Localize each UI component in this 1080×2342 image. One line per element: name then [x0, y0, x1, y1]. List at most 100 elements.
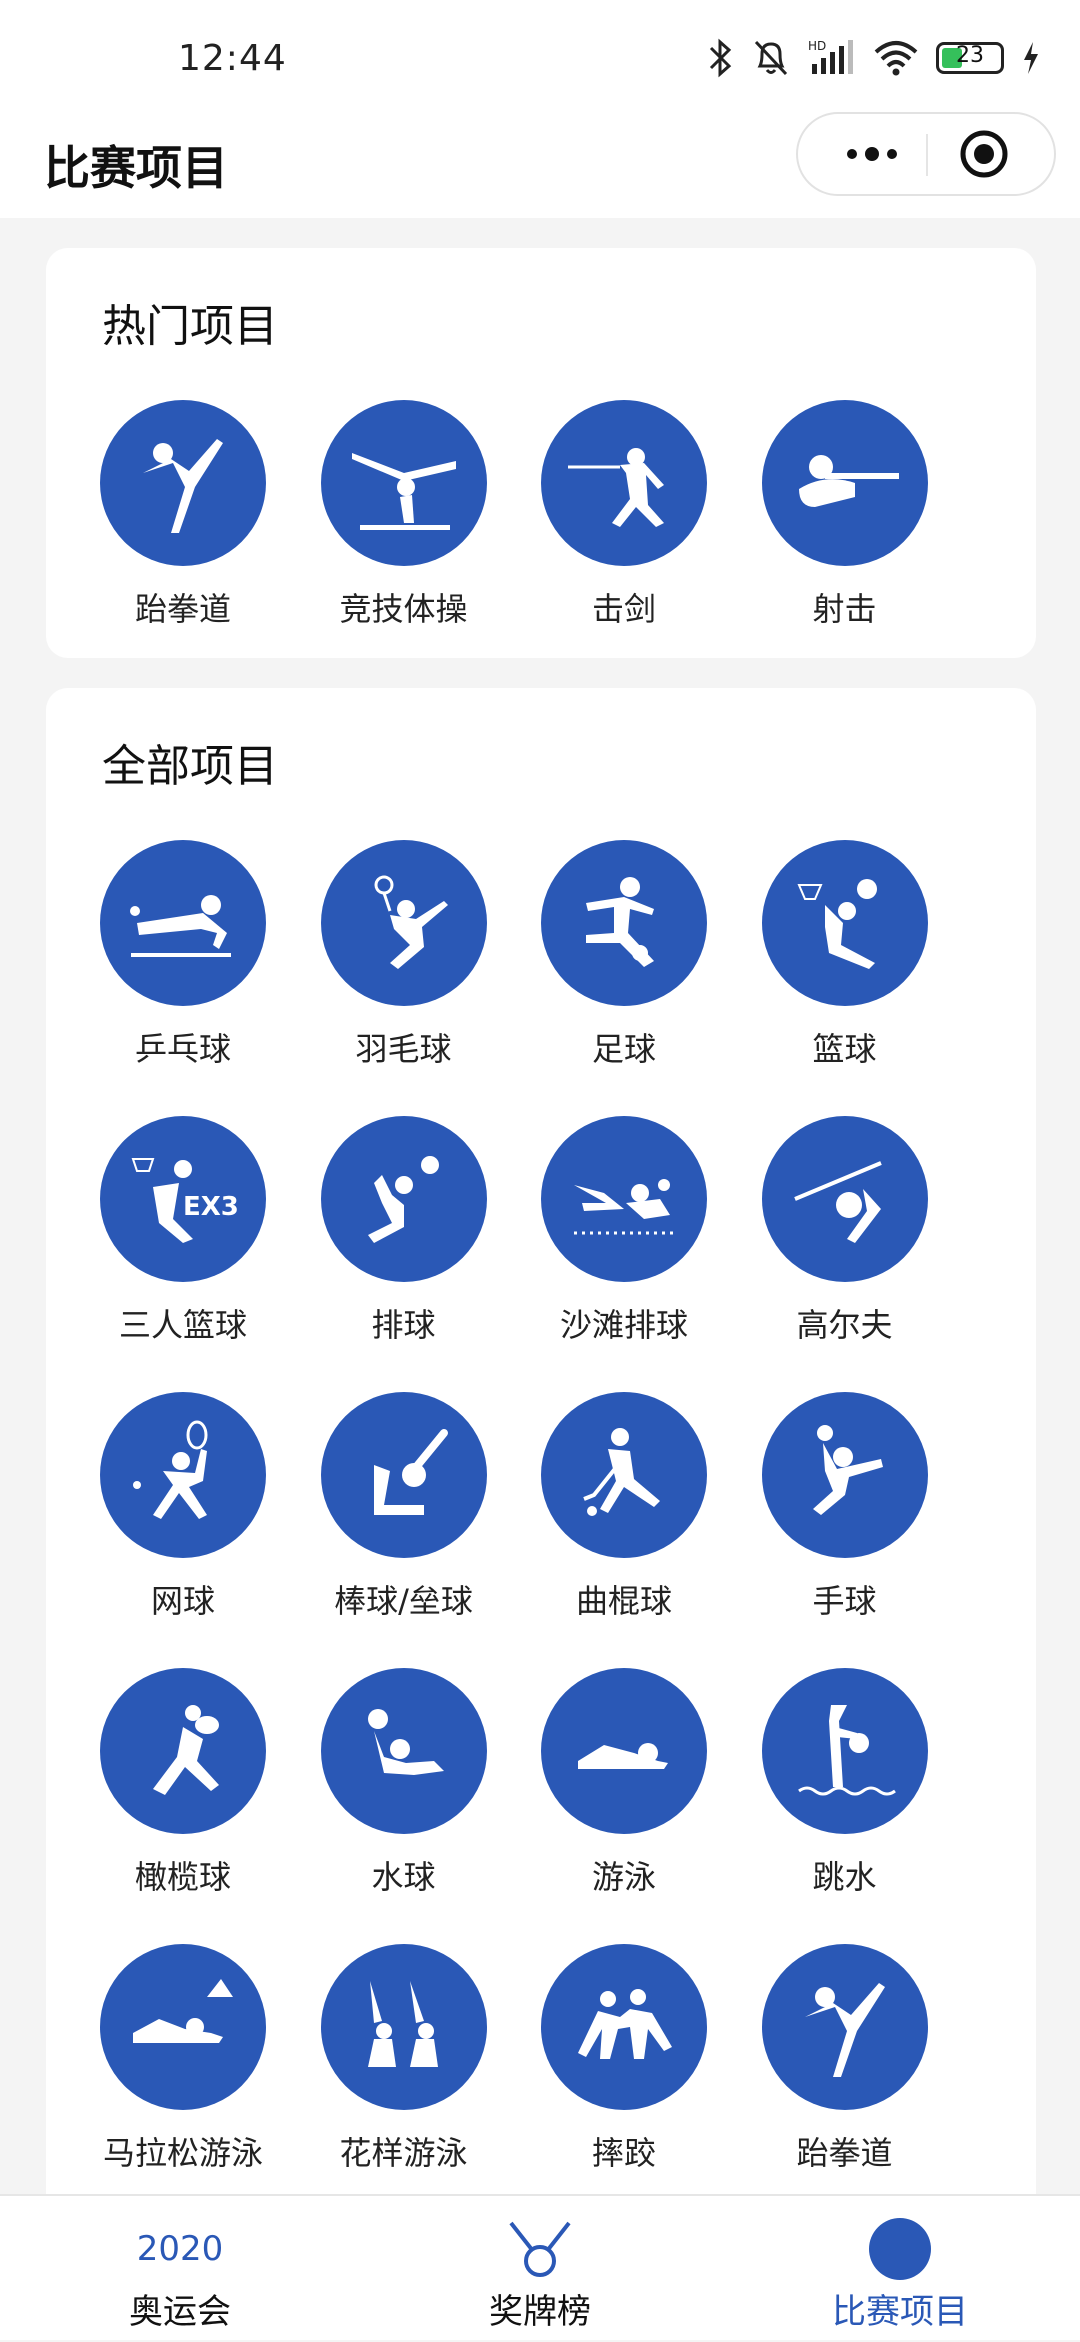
- sport-label: 手球: [812, 1582, 877, 1620]
- sport-item[interactable]: 跆拳道: [735, 1944, 955, 2174]
- sport-item[interactable]: 乒乓球: [73, 840, 293, 1070]
- sport-label: 跆拳道: [796, 2134, 893, 2172]
- sport-icon-circle: [100, 1668, 266, 1834]
- basketball-icon: [796, 879, 877, 969]
- medal-icon: [509, 2221, 571, 2277]
- sport-icon-circle: [761, 400, 928, 566]
- hd-signal-icon: HD: [808, 39, 853, 74]
- sport-item[interactable]: 跳水: [735, 1668, 955, 1898]
- football-icon: [586, 877, 654, 967]
- sport-icon-circle: [761, 840, 928, 1006]
- hot-events-card: 热门项目 跆拳道 竞技体操 击剑 射击: [46, 248, 1036, 658]
- sport-icon-circle: [100, 400, 266, 566]
- sport-label: 网球: [150, 1582, 215, 1620]
- all-events-title: 全部项目: [102, 741, 278, 792]
- sport-item[interactable]: 花样游泳: [294, 1944, 514, 2174]
- sport-item[interactable]: 篮球: [735, 840, 955, 1070]
- sport-label: 游泳: [591, 1858, 656, 1896]
- sport-label: 竞技体操: [339, 590, 468, 628]
- mute-bell-icon: [754, 40, 788, 76]
- sport-icon-circle: [320, 400, 487, 566]
- sport-icon-circle: [320, 840, 487, 1006]
- sport-item[interactable]: 手球: [735, 1392, 955, 1622]
- shooting-icon: [798, 455, 899, 507]
- sport-label: 足球: [591, 1030, 656, 1068]
- sport-label: 高尔夫: [796, 1306, 893, 1344]
- bluetooth-icon: [709, 38, 732, 78]
- sport-icon-circle: [541, 1116, 707, 1282]
- all-events-card: 全部项目 乒乓球 羽毛球 足球 篮球 EX3 三人篮球 排球 沙滩排球 高尔夫网球 棒球/垒球 曲棍…: [46, 688, 1036, 2248]
- sport-icon-circle: [100, 1392, 266, 1558]
- tab-label: 比赛项目: [832, 2292, 968, 2332]
- sport-item[interactable]: 曲棍球: [514, 1392, 734, 1622]
- sport-item[interactable]: EX3 三人篮球: [73, 1116, 293, 1346]
- sport-icon-circle: [541, 1944, 707, 2110]
- sport-item[interactable]: 棒球/垒球: [294, 1392, 514, 1622]
- status-time: 12:44: [178, 38, 287, 79]
- sport-icon-circle: [761, 1668, 928, 1834]
- sport-item[interactable]: 水球: [294, 1668, 514, 1898]
- sport-icon-circle: [541, 1668, 707, 1834]
- sport-item[interactable]: 网球: [73, 1392, 293, 1622]
- battery-icon: 23: [936, 42, 1004, 74]
- charging-icon: [1024, 42, 1038, 74]
- water-polo-icon: [367, 1709, 444, 1775]
- sport-label: 棒球/垒球: [334, 1582, 473, 1620]
- sport-label: 沙滩排球: [559, 1306, 688, 1344]
- tab-sports[interactable]: 比赛项目: [780, 2196, 1020, 2342]
- sport-item[interactable]: 橄榄球: [73, 1668, 293, 1898]
- olympics-2020-icon: 2020: [60, 2214, 300, 2284]
- sport-item[interactable]: 高尔夫: [735, 1116, 955, 1346]
- sport-label: 橄榄球: [134, 1858, 231, 1896]
- sport-icon-circle: [761, 1392, 928, 1558]
- sport-item[interactable]: 足球: [514, 840, 734, 1070]
- sport-icon-circle: [541, 400, 707, 566]
- sport-label: 击剑: [591, 590, 656, 628]
- sport-item[interactable]: 排球: [294, 1116, 514, 1346]
- taekwondo-icon: [804, 1983, 885, 2077]
- rugby-icon: [153, 1705, 219, 1795]
- sport-item[interactable]: 击剑: [514, 400, 734, 630]
- sport-item[interactable]: 沙滩排球: [514, 1116, 734, 1346]
- svg-text:EX3: EX3: [183, 1192, 239, 1222]
- sport-icon-circle: [761, 1944, 928, 2110]
- sport-label: 马拉松游泳: [102, 2134, 263, 2172]
- wifi-icon: [874, 41, 918, 76]
- sport-icon-circle: [320, 1392, 487, 1558]
- sport-item[interactable]: 竞技体操: [294, 400, 514, 630]
- capsule-divider: [926, 134, 928, 176]
- badminton-icon: [374, 875, 448, 969]
- table-tennis-icon: [130, 895, 231, 957]
- sport-label: 曲棍球: [575, 1582, 672, 1620]
- page-title: 比赛项目: [44, 141, 228, 195]
- sport-item[interactable]: 游泳: [514, 1668, 734, 1898]
- tab-label: 奖牌榜: [489, 2292, 591, 2332]
- sport-item[interactable]: 马拉松游泳: [73, 1944, 293, 2174]
- tab-label: 奥运会: [129, 2292, 231, 2332]
- target-icon: [960, 130, 1008, 178]
- sport-item[interactable]: 羽毛球: [294, 840, 514, 1070]
- sport-icon-circle: [761, 1116, 928, 1282]
- sport-icon-circle: [320, 1116, 487, 1282]
- sport-item[interactable]: 摔跤: [514, 1944, 734, 2174]
- more-icon: [847, 147, 897, 161]
- fencing-icon: [568, 448, 664, 527]
- sport-item[interactable]: 跆拳道: [73, 400, 293, 630]
- wrestling-icon: [578, 1989, 672, 2059]
- sport-icon-circle: [320, 1944, 487, 2110]
- sport-icon-circle: [100, 840, 266, 1006]
- sport-item[interactable]: 射击: [735, 400, 955, 630]
- handball-icon: [812, 1425, 883, 1515]
- close-target-button[interactable]: [958, 128, 1010, 180]
- more-button[interactable]: [832, 114, 912, 194]
- swimming-icon: [578, 1743, 668, 1769]
- tab-medals[interactable]: 奖牌榜: [420, 2196, 660, 2342]
- tab-olympics[interactable]: 2020 奥运会: [60, 2196, 300, 2342]
- navigation-bar: 比赛项目: [0, 110, 1080, 218]
- artistic-swimming-icon: [367, 1981, 438, 2067]
- sport-label: 三人篮球: [118, 1306, 247, 1344]
- sport-label: 篮球: [812, 1030, 877, 1068]
- sport-label: 水球: [371, 1858, 436, 1896]
- hot-events-title: 热门项目: [102, 301, 278, 352]
- tab-bar: 2020 奥运会 奖牌榜 比赛项目: [0, 2194, 1080, 2340]
